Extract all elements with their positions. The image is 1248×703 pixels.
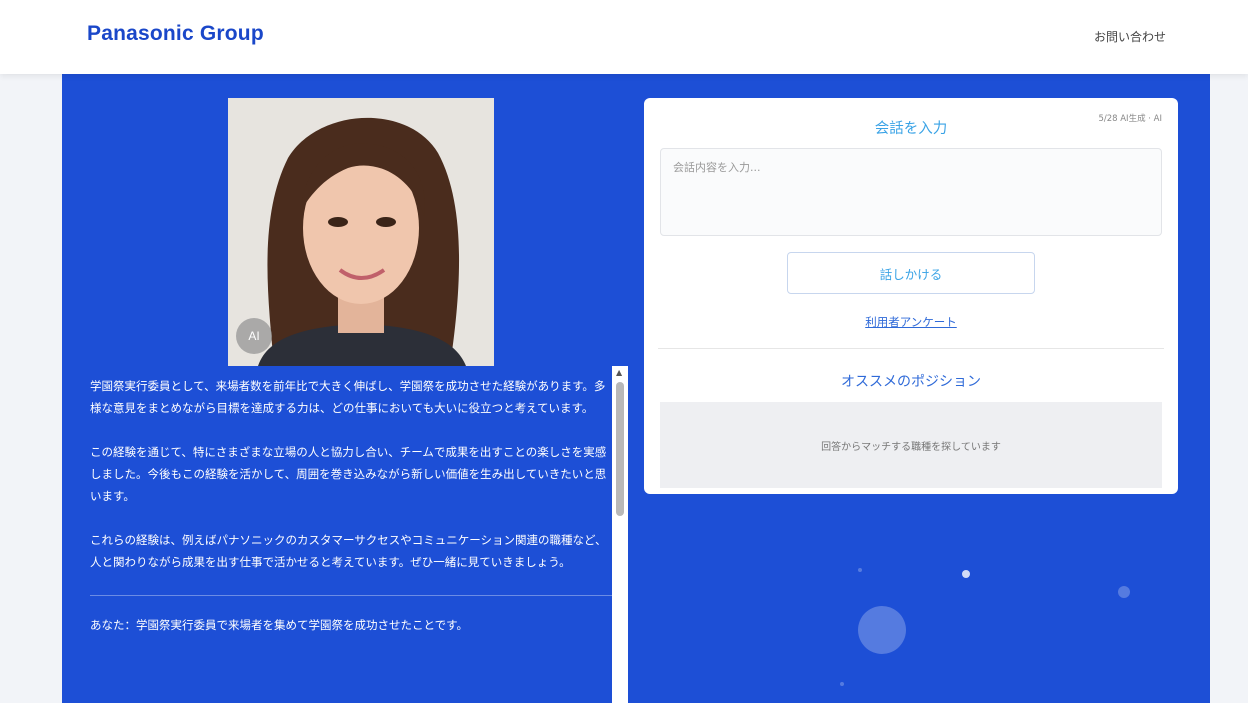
send-button[interactable]: 話しかける [787,252,1035,294]
card-title: 会話を入力 [874,121,948,137]
message-input[interactable]: 会話内容を入力... [660,148,1162,236]
user-answer: あなた：学園祭実行委員で来場者を集めて学園祭を成功させたことです。 [90,618,469,632]
description-paragraph: これらの経験は、例えばパナソニックのカスタマーサクセスやコミュニケーション関連の… [90,533,607,569]
decorative-bubble [1118,586,1130,598]
decorative-bubble [962,570,970,578]
card-divider [658,348,1164,349]
positions-loading-box: 回答からマッチする職種を探しています [660,402,1162,488]
recommended-positions-title: オススメのポジション [841,374,981,390]
description-paragraph: 学園祭実行委員として、来場者数を前年比で大きく伸ばし、学園祭を成功させた経験があ… [90,379,606,415]
site-header: Panasonic Group お問い合わせ [0,0,1248,74]
scroll-thumb[interactable] [616,382,624,516]
description-paragraph: この経験を通じて、特にさまざまな立場の人と協力し合い、チームで成果を出すことの楽… [90,445,607,503]
self-pr-text: 学園祭実行委員として、来場者数を前年比で大きく伸ばし、学園祭を成功させた経験があ… [90,375,612,703]
scroll-up-arrow-icon[interactable]: ▲ [616,368,622,377]
text-scrollbar[interactable]: ▲ [612,366,628,703]
decorative-bubble [858,606,906,654]
decorative-bubble [858,568,862,572]
survey-link[interactable]: 利用者アンケート [644,314,1178,330]
contact-link[interactable]: お問い合わせ [1094,28,1166,45]
chat-input-card: 5/28 AI生成 · AI 会話を入力 会話内容を入力... 話しかける 利用… [644,98,1178,494]
ai-badge: AI [236,318,272,354]
decorative-bubble [840,682,844,686]
brand-logo[interactable]: Panasonic Group [87,22,264,46]
text-divider [90,595,612,596]
